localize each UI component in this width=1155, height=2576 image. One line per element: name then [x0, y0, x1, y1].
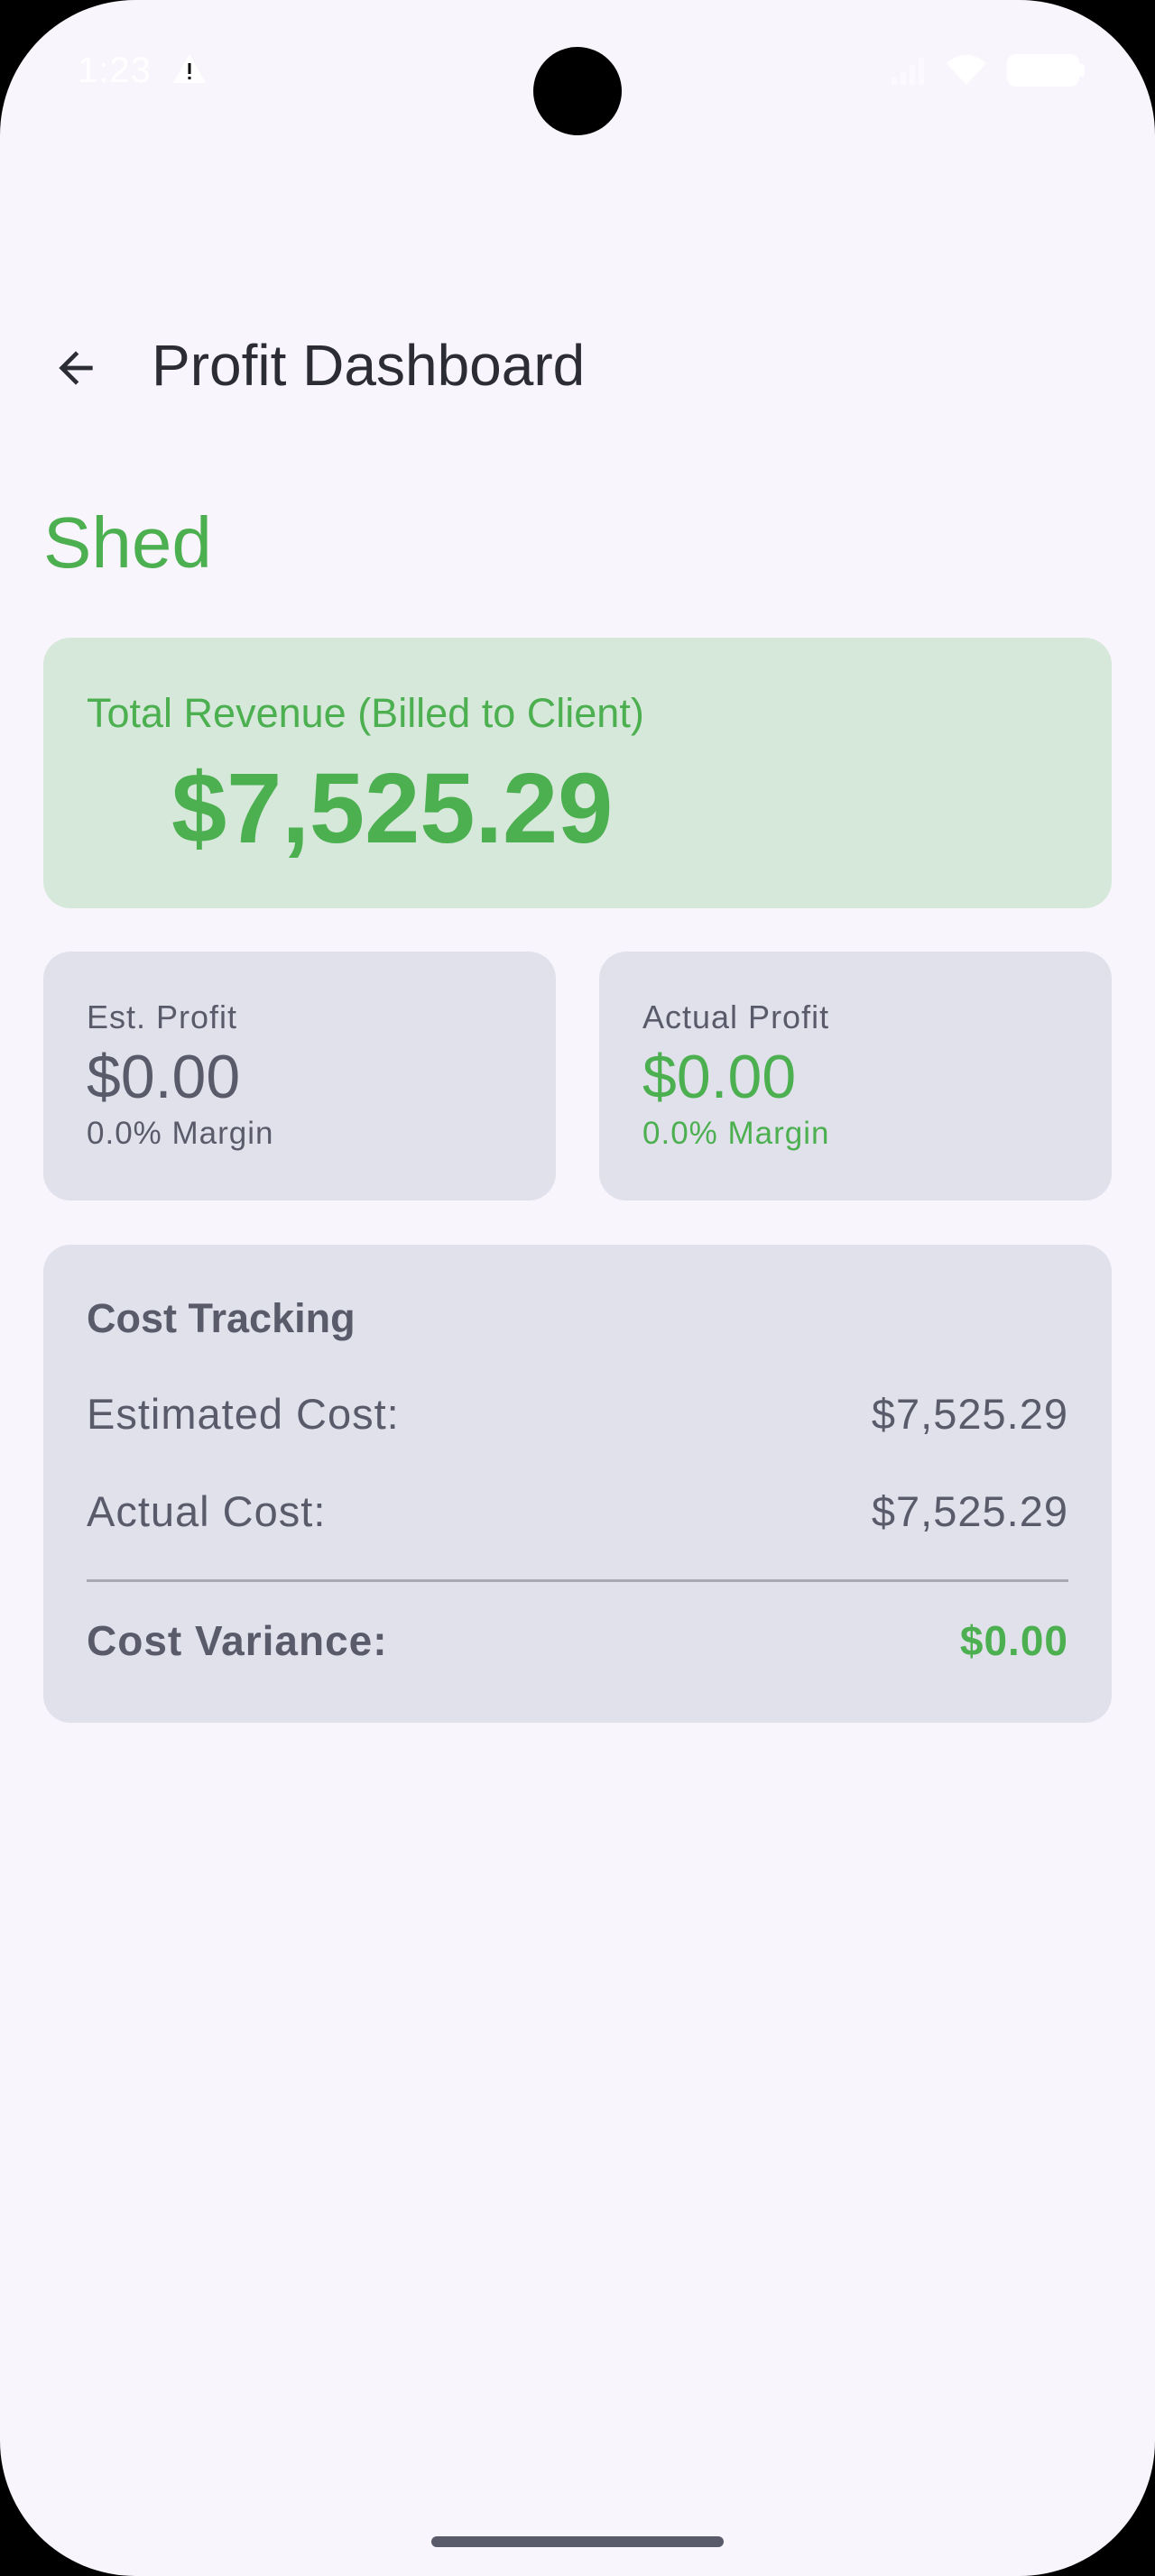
cost-variance-value: $0.00	[959, 1617, 1068, 1664]
camera-cutout	[533, 47, 622, 135]
actual-profit-margin: 0.0% Margin	[642, 1116, 830, 1151]
cost-tracking-title: Cost Tracking	[87, 1295, 356, 1341]
project-name: Shed	[43, 502, 212, 583]
arrow-back-icon	[59, 351, 93, 385]
estimated-cost-label: Estimated Cost:	[87, 1390, 400, 1438]
revenue-value: $7,525.29	[171, 753, 614, 864]
divider	[87, 1579, 1068, 1582]
est-profit-label: Est. Profit	[87, 998, 238, 1035]
signal-icon	[892, 58, 924, 85]
page-title: Profit Dashboard	[152, 333, 586, 398]
revenue-label: Total Revenue (Billed to Client)	[87, 690, 644, 736]
home-indicator[interactable]	[431, 2536, 724, 2547]
actual-cost-label: Actual Cost:	[87, 1487, 327, 1535]
wifi-icon	[947, 55, 986, 85]
actual-cost-row: Actual Cost: $7,525.29	[87, 1486, 1068, 1536]
est-profit-margin: 0.0% Margin	[87, 1116, 274, 1151]
status-time: 1:23	[78, 51, 152, 90]
actual-profit-card: Actual Profit $0.00 0.0% Margin	[599, 952, 1112, 1201]
status-bar: 1:23	[0, 0, 1155, 144]
est-profit-card: Est. Profit $0.00 0.0% Margin	[43, 952, 556, 1201]
status-icons	[890, 52, 1085, 88]
top-app-bar: Profit Dashboard	[0, 316, 1155, 419]
app-screen: 1:23 Profit Dashboard Shed Total Revenue…	[0, 0, 1155, 2576]
battery-icon	[1007, 54, 1085, 87]
actual-cost-value: $7,525.29	[871, 1487, 1068, 1535]
revenue-card: Total Revenue (Billed to Client) $7,525.…	[43, 638, 1112, 908]
estimated-cost-value: $7,525.29	[871, 1390, 1068, 1438]
warning-icon	[173, 54, 206, 83]
cost-variance-label: Cost Variance:	[87, 1617, 388, 1664]
est-profit-value: $0.00	[87, 1043, 241, 1111]
estimated-cost-row: Estimated Cost: $7,525.29	[87, 1389, 1068, 1439]
back-button[interactable]	[32, 325, 119, 411]
cost-variance-row: Cost Variance: $0.00	[87, 1616, 1068, 1665]
cost-tracking-card: Cost Tracking Estimated Cost: $7,525.29 …	[43, 1245, 1112, 1723]
actual-profit-value: $0.00	[642, 1043, 797, 1111]
actual-profit-label: Actual Profit	[642, 998, 830, 1035]
